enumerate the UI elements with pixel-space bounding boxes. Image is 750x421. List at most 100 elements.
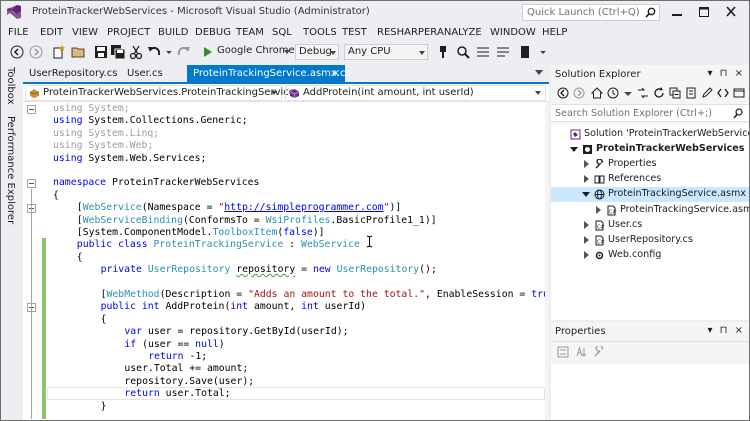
side-tool-strip: Toolbox Performance Explorer — [1, 64, 23, 420]
collapsed-arrow-icon[interactable] — [584, 175, 589, 184]
attach-icon[interactable] — [435, 44, 451, 60]
tree-item[interactable]: Properties — [551, 157, 749, 172]
collapsed-arrow-icon[interactable] — [596, 205, 601, 214]
menu-view[interactable]: VIEW — [72, 27, 98, 38]
find-in-files-icon[interactable] — [455, 44, 471, 60]
dropdown-icon[interactable] — [622, 87, 634, 99]
solution-platform-select[interactable]: Any CPU — [344, 44, 428, 60]
show-all-files-icon[interactable] — [685, 87, 697, 99]
home-icon[interactable] — [591, 87, 603, 99]
tree-item[interactable]: ProteinTrackingService.asmx — [551, 187, 749, 203]
menu-sql[interactable]: SQL — [272, 27, 292, 38]
collapsed-arrow-icon[interactable] — [584, 160, 589, 169]
code-token: "Adds an amount to the total." — [248, 289, 426, 300]
save-icon[interactable] — [93, 44, 109, 60]
redo-icon[interactable] — [176, 44, 192, 60]
menu-edit[interactable]: EDIT — [40, 27, 63, 38]
tree-item[interactable]: C# User.cs — [551, 218, 749, 233]
tree-item[interactable]: ProteinTrackerWebServices — [551, 142, 749, 157]
menu-build[interactable]: BUILD — [158, 27, 188, 38]
close-tab-icon[interactable]: × — [332, 68, 340, 79]
expanded-arrow-icon[interactable] — [570, 147, 578, 153]
undo-icon[interactable] — [146, 44, 162, 60]
maximize-button[interactable] — [692, 3, 716, 21]
tree-item-label: Solution 'ProteinTrackerWebServices' (1 … — [584, 128, 749, 139]
expanded-arrow-icon[interactable] — [582, 192, 590, 198]
collapsed-arrow-icon[interactable] — [584, 250, 589, 259]
change-tracking-bar — [42, 238, 46, 419]
categorized-icon[interactable] — [557, 346, 569, 358]
forward-icon[interactable] — [28, 44, 44, 60]
back-icon[interactable] — [557, 87, 569, 99]
search-icon — [645, 7, 656, 18]
menu-team[interactable]: TEAM — [236, 27, 264, 38]
tree-item[interactable]: C# UserRepository.cs — [551, 233, 749, 248]
quick-launch-box[interactable] — [522, 4, 660, 21]
forward-icon[interactable] — [573, 87, 585, 99]
minimize-button[interactable] — [665, 3, 689, 21]
solution-search-box[interactable] — [551, 104, 749, 122]
bookmark-icon[interactable] — [517, 44, 533, 60]
cut-icon[interactable] — [128, 44, 144, 60]
panel-window-buttons[interactable]: ▾ ⊓ × — [707, 68, 745, 79]
tree-item[interactable]: C#ProteinTrackingService.asmx.cs — [551, 203, 749, 218]
performance-explorer-tab[interactable]: Performance Explorer — [5, 116, 16, 224]
alphabetical-icon[interactable] — [575, 346, 587, 358]
solution-search-input[interactable] — [555, 107, 725, 120]
menu-file[interactable]: FILE — [8, 27, 29, 38]
code-line: using System.Web.Services; — [53, 153, 206, 165]
collapse-region-button[interactable] — [27, 178, 36, 188]
code-editor[interactable]: using System; using System.Collections.Ge… — [23, 102, 549, 420]
editor-scrollbar[interactable] — [545, 102, 549, 420]
history-icon[interactable] — [607, 87, 619, 99]
code-token: using System.Web; — [53, 140, 154, 152]
tree-item[interactable]: References — [551, 172, 749, 187]
back-icon[interactable] — [9, 44, 25, 60]
sync-icon[interactable] — [637, 87, 649, 99]
globe-icon — [594, 189, 605, 200]
wrench-icon[interactable] — [593, 346, 605, 358]
tabs-dropdown-icon[interactable] — [535, 70, 543, 75]
menu-window[interactable]: WINDOW — [490, 27, 536, 38]
code-token: int — [301, 301, 319, 313]
code-token: amount, — [248, 301, 302, 313]
menu-debug[interactable]: DEBUG — [195, 27, 231, 38]
members-dropdown[interactable]: AddProtein(int amount, int userId) — [285, 85, 546, 101]
code-token: using System.Linq; — [53, 127, 160, 139]
toolbox-tab[interactable]: Toolbox — [5, 67, 16, 105]
menu-resharper[interactable]: RESHARPER — [377, 27, 437, 38]
types-dropdown[interactable]: ProteinTrackerWebServices.ProteinTrackin… — [25, 85, 295, 101]
tab-proteintrackingservice-asmx-cs[interactable]: ProteinTrackingService.asmx.cs × — [187, 65, 351, 83]
tab-userrepository-cs[interactable]: UserRepository.cs — [23, 65, 121, 83]
preview-icon[interactable] — [733, 87, 745, 99]
view-code-icon[interactable] — [717, 87, 729, 99]
tab-user-cs[interactable]: User.cs — [121, 65, 185, 83]
collapsed-arrow-icon[interactable] — [584, 235, 589, 244]
menu-project[interactable]: PROJECT — [107, 27, 150, 38]
close-window-button[interactable] — [719, 3, 743, 21]
menu-test[interactable]: TEST — [342, 27, 367, 38]
open-file-icon[interactable] — [71, 44, 87, 60]
quick-launch-input[interactable] — [527, 6, 641, 19]
comment-out-icon[interactable] — [475, 44, 491, 60]
document-tabs: UserRepository.cs User.cs ProteinTrackin… — [23, 65, 548, 83]
start-debugging-button[interactable]: Google Chrome — [204, 44, 295, 60]
collapse-region-button[interactable] — [27, 104, 36, 114]
panel-window-buttons[interactable]: ▾ ⊓ × — [707, 325, 745, 336]
menu-help[interactable]: HELP — [542, 27, 567, 38]
save-all-icon[interactable] — [110, 44, 126, 60]
menu-analyze[interactable]: ANALYZE — [437, 27, 482, 38]
collapsed-arrow-icon[interactable] — [584, 220, 589, 229]
tree-item[interactable]: Solution 'ProteinTrackerWebServices' (1 … — [551, 127, 749, 142]
toolbar-overflow-icon[interactable] — [535, 44, 551, 60]
properties-icon[interactable] — [701, 87, 713, 99]
code-line: using System; — [53, 103, 130, 115]
refresh-icon[interactable] — [653, 87, 665, 99]
solution-configuration-select[interactable]: Debug — [295, 44, 339, 60]
tree-item[interactable]: Web.config — [551, 248, 749, 263]
menu-tools[interactable]: TOOLS — [303, 27, 337, 38]
collapse-all-icon[interactable] — [669, 87, 681, 99]
tree-item-label: User.cs — [608, 218, 643, 230]
uncomment-icon[interactable] — [495, 44, 511, 60]
new-project-icon[interactable] — [51, 44, 67, 60]
